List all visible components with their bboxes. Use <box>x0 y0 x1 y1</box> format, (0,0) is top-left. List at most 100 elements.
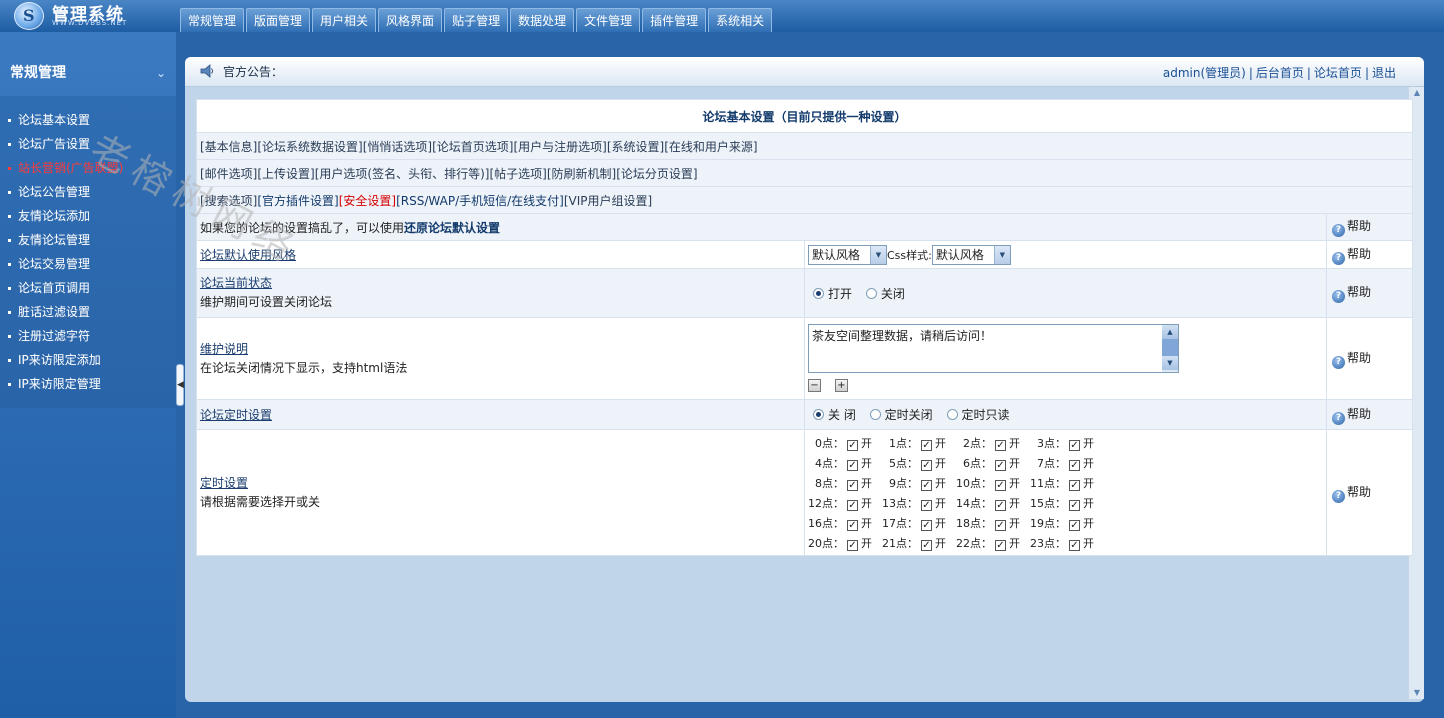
sidebar-item-announcements[interactable]: 论坛公告管理 <box>0 180 176 204</box>
tab-files[interactable]: 文件管理 <box>576 8 641 32</box>
tab-general[interactable]: 常规管理 <box>180 8 245 32</box>
scroll-up-icon[interactable]: ▲ <box>1409 87 1425 99</box>
checkbox-checked-icon[interactable]: ✓ <box>995 499 1006 511</box>
timer-off-radio[interactable] <box>813 409 824 420</box>
checkbox-checked-icon[interactable]: ✓ <box>847 439 858 451</box>
sidebar-item-friend-add[interactable]: 友情论坛添加 <box>0 204 176 228</box>
status-label[interactable]: 论坛当前状态 <box>200 276 272 290</box>
scroll-down-icon[interactable]: ▼ <box>1162 356 1178 370</box>
tab-data[interactable]: 数据处理 <box>510 8 575 32</box>
logout-link[interactable]: 退出 <box>1372 66 1396 80</box>
sidebar-item-trade[interactable]: 论坛交易管理 <box>0 252 176 276</box>
checkbox-checked-icon[interactable]: ✓ <box>847 539 858 551</box>
link-user-register[interactable]: [用户与注册选项] <box>514 140 607 154</box>
timer-readonly-radio[interactable] <box>946 409 958 420</box>
sidebar-item-word-filter[interactable]: 脏话过滤设置 <box>0 300 176 324</box>
link-basic-info[interactable]: [基本信息] <box>200 140 257 154</box>
status-open-option[interactable]: 打开 <box>813 287 852 301</box>
help-button[interactable]: ? 帮助 <box>1325 268 1414 318</box>
hour-toggle[interactable]: 15点： ✓ 开 <box>1030 494 1104 514</box>
link-search-options[interactable]: [搜索选项] <box>200 194 257 208</box>
timer-close-radio[interactable] <box>869 409 881 420</box>
style-label[interactable]: 论坛默认使用风格 <box>200 248 296 262</box>
checkbox-checked-icon[interactable]: ✓ <box>995 459 1006 471</box>
sidebar-item-marketing[interactable]: 站长营销(广告联盟) <box>0 156 176 180</box>
shrink-textarea-button[interactable]: − <box>808 379 821 392</box>
checkbox-checked-icon[interactable]: ✓ <box>921 539 932 551</box>
css-style-select[interactable]: 默认风格 ▼ <box>931 244 1011 265</box>
hour-toggle[interactable]: 10点： ✓ 开 <box>956 474 1030 494</box>
hour-toggle[interactable]: 13点： ✓ 开 <box>882 494 956 514</box>
checkbox-checked-icon[interactable]: ✓ <box>1069 479 1080 491</box>
scroll-up-icon[interactable]: ▲ <box>1162 325 1178 339</box>
checkbox-checked-icon[interactable]: ✓ <box>921 499 932 511</box>
hour-toggle[interactable]: 3点： ✓ 开 <box>1030 434 1104 454</box>
hour-toggle[interactable]: 4点： ✓ 开 <box>808 454 882 474</box>
checkbox-checked-icon[interactable]: ✓ <box>921 459 932 471</box>
tab-users[interactable]: 用户相关 <box>312 8 377 32</box>
sidebar-item-ad-settings[interactable]: 论坛广告设置 <box>0 132 176 156</box>
hour-toggle[interactable]: 1点： ✓ 开 <box>882 434 956 454</box>
help-button[interactable]: ? 帮助 <box>1325 240 1414 269</box>
checkbox-checked-icon[interactable]: ✓ <box>847 499 858 511</box>
admin-home-link[interactable]: 后台首页 <box>1256 66 1304 80</box>
sidebar-item-ip-manage[interactable]: IP来访限定管理 <box>0 372 176 396</box>
checkbox-checked-icon[interactable]: ✓ <box>921 519 932 531</box>
sidebar-collapse-handle[interactable]: ◀ <box>176 364 184 406</box>
tab-system[interactable]: 系统相关 <box>708 8 773 32</box>
hour-toggle[interactable]: 9点： ✓ 开 <box>882 474 956 494</box>
forum-home-link[interactable]: 论坛首页 <box>1314 66 1362 80</box>
maint-message-textarea[interactable]: 茶友空间整理数据，请稍后访问！ ▲ ▼ <box>808 324 1179 373</box>
sidebar-item-ip-add[interactable]: IP来访限定添加 <box>0 348 176 372</box>
link-anti-refresh[interactable]: [防刷新机制] <box>547 167 616 181</box>
hour-toggle[interactable]: 23点： ✓ 开 <box>1030 534 1104 554</box>
link-security-settings[interactable]: [安全设置] <box>339 194 396 208</box>
checkbox-checked-icon[interactable]: ✓ <box>995 519 1006 531</box>
hour-toggle[interactable]: 19点： ✓ 开 <box>1030 514 1104 534</box>
link-upload-settings[interactable]: [上传设置] <box>257 167 314 181</box>
link-system-data[interactable]: [论坛系统数据设置] <box>257 140 362 154</box>
status-open-radio[interactable] <box>813 287 824 299</box>
link-pm-options[interactable]: [悄悄话选项] <box>363 140 432 154</box>
hour-toggle[interactable]: 11点： ✓ 开 <box>1030 474 1104 494</box>
hour-toggle[interactable]: 22点： ✓ 开 <box>956 534 1030 554</box>
hour-toggle[interactable]: 21点： ✓ 开 <box>882 534 956 554</box>
help-button[interactable]: ? 帮助 <box>1325 429 1414 556</box>
hour-toggle[interactable]: 12点： ✓ 开 <box>808 494 882 514</box>
link-pagination[interactable]: [论坛分页设置] <box>616 167 697 181</box>
link-vip-groups[interactable]: [VIP用户组设置] <box>564 194 652 208</box>
hour-toggle[interactable]: 2点： ✓ 开 <box>956 434 1030 454</box>
hour-toggle[interactable]: 8点： ✓ 开 <box>808 474 882 494</box>
checkbox-checked-icon[interactable]: ✓ <box>1069 459 1080 471</box>
textarea-scrollbar[interactable]: ▲ ▼ <box>1162 325 1178 372</box>
timer-close-option[interactable]: 定时关闭 <box>869 408 933 422</box>
tab-posts[interactable]: 贴子管理 <box>444 8 509 32</box>
checkbox-checked-icon[interactable]: ✓ <box>847 479 858 491</box>
tab-styles[interactable]: 风格界面 <box>378 8 443 32</box>
scroll-down-icon[interactable]: ▼ <box>1409 687 1425 699</box>
link-online-source[interactable]: [在线和用户来源] <box>664 140 757 154</box>
maint-label[interactable]: 维护说明 <box>200 342 248 356</box>
hour-toggle[interactable]: 6点： ✓ 开 <box>956 454 1030 474</box>
sidebar-heading[interactable]: 常规管理 ⌄ <box>0 58 176 88</box>
sidebar-item-register-filter[interactable]: 注册过滤字符 <box>0 324 176 348</box>
link-home-options[interactable]: [论坛首页选项] <box>432 140 513 154</box>
checkbox-checked-icon[interactable]: ✓ <box>995 539 1006 551</box>
help-button[interactable]: ? 帮助 <box>1325 213 1414 241</box>
tab-plugins[interactable]: 插件管理 <box>642 8 707 32</box>
style-select[interactable]: 默认风格 ▼ <box>808 244 887 265</box>
hour-toggle[interactable]: 5点： ✓ 开 <box>882 454 956 474</box>
checkbox-checked-icon[interactable]: ✓ <box>995 439 1006 451</box>
checkbox-checked-icon[interactable]: ✓ <box>921 439 932 451</box>
checkbox-checked-icon[interactable]: ✓ <box>847 459 858 471</box>
status-closed-option[interactable]: 关闭 <box>865 287 905 301</box>
restore-defaults-link[interactable]: 还原论坛默认设置 <box>404 221 500 235</box>
checkbox-checked-icon[interactable]: ✓ <box>1069 519 1080 531</box>
link-rss-wap[interactable]: [RSS/WAP/手机短信/在线支付] <box>396 194 564 208</box>
timer-readonly-option[interactable]: 定时只读 <box>946 408 1010 422</box>
timer-label[interactable]: 论坛定时设置 <box>200 408 272 422</box>
link-plugin-settings[interactable]: [官方插件设置] <box>257 194 338 208</box>
help-button[interactable]: ? 帮助 <box>1325 399 1414 430</box>
schedule-label[interactable]: 定时设置 <box>200 476 248 490</box>
status-closed-radio[interactable] <box>865 287 877 299</box>
